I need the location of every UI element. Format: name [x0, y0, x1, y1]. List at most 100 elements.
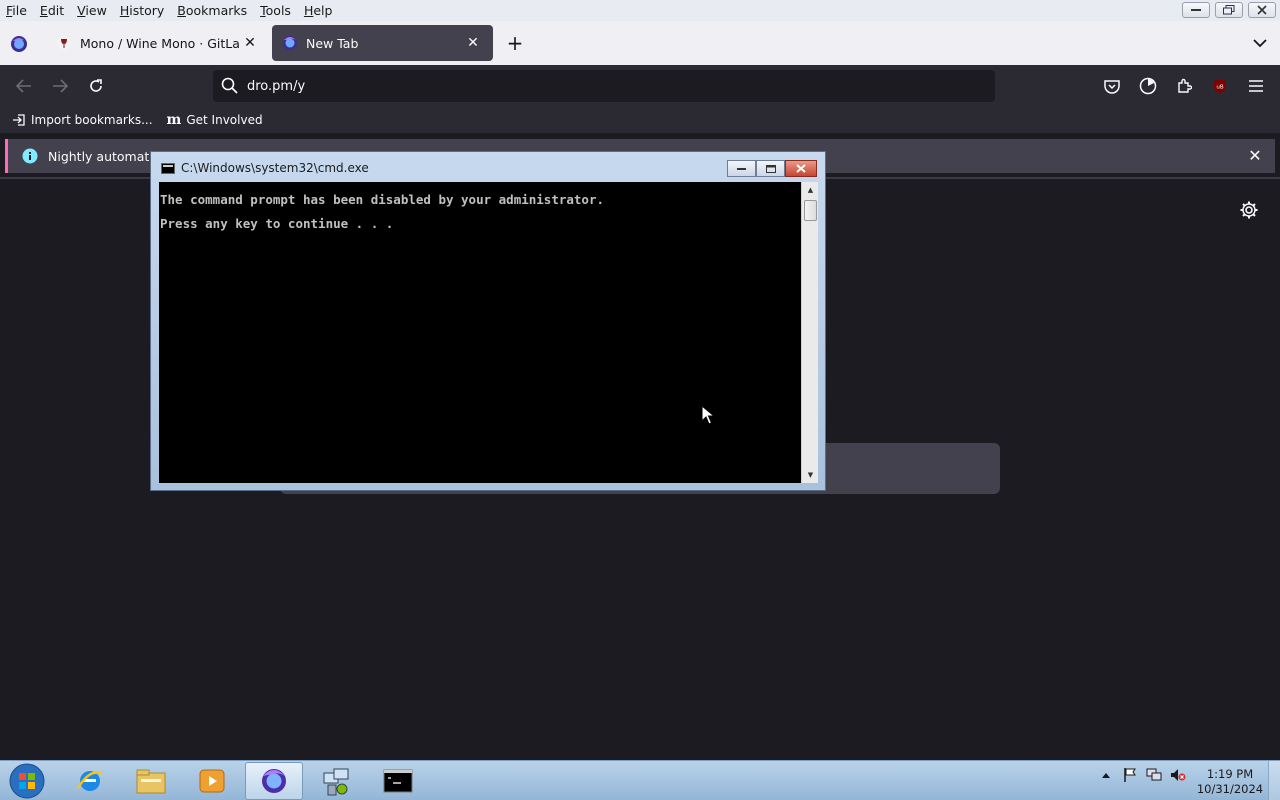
- minimize-button[interactable]: [1182, 2, 1210, 18]
- firefox-nightly-icon: [283, 36, 297, 50]
- scroll-up-arrow-icon[interactable]: ▲: [802, 182, 819, 198]
- reload-button[interactable]: [84, 74, 108, 98]
- show-hidden-icon: [1102, 772, 1110, 778]
- menu-view[interactable]: View: [71, 3, 112, 18]
- reload-icon: [90, 79, 102, 92]
- close-tab-icon[interactable]: ✕: [240, 35, 260, 51]
- cmd-window-controls: [727, 160, 817, 177]
- menu-edit[interactable]: Edit: [34, 3, 69, 18]
- system-clock[interactable]: 1:19 PM 10/31/2024: [1195, 767, 1265, 797]
- explorer-icon: [136, 769, 166, 794]
- console-output[interactable]: The command prompt has been disabled by …: [159, 182, 801, 483]
- bookmark-label: Import bookmarks...: [31, 113, 153, 127]
- list-all-tabs-button[interactable]: [1250, 33, 1270, 53]
- window-controls: [1182, 2, 1276, 18]
- minimize-icon: [1191, 9, 1201, 11]
- extensions-icon: [1178, 78, 1192, 93]
- cmd-scrollbar[interactable]: ▲ ▼: [801, 182, 818, 483]
- show-desktop-button[interactable]: [1268, 761, 1280, 800]
- bookmarks-toolbar: Import bookmarks... m Get Involved: [0, 107, 1280, 133]
- extensions-button[interactable]: [1172, 74, 1196, 98]
- search-icon: [221, 77, 238, 94]
- info-icon: [22, 148, 38, 164]
- new-tab-button[interactable]: +: [503, 31, 527, 55]
- windows-start-icon: [9, 763, 45, 799]
- menu-file[interactable]: File: [0, 3, 32, 18]
- action-center-button[interactable]: [1122, 767, 1138, 783]
- bookmark-import[interactable]: Import bookmarks...: [12, 113, 153, 127]
- maximize-icon: [765, 164, 776, 173]
- cmd-icon: [383, 769, 413, 793]
- menu-history[interactable]: History: [114, 3, 169, 18]
- close-icon: ✕: [1248, 145, 1262, 165]
- firefox-icon: [262, 769, 286, 793]
- notification-close-button[interactable]: ✕: [1247, 145, 1263, 165]
- bookmark-get-involved[interactable]: m Get Involved: [167, 112, 263, 128]
- menu-bookmarks[interactable]: Bookmarks: [171, 3, 252, 18]
- sync-button[interactable]: [1136, 74, 1160, 98]
- cmd-title-bar: C:\Windows\system32\cmd.exe: [161, 161, 369, 175]
- pocket-icon: [1104, 79, 1120, 94]
- tab-gitlab[interactable]: Mono / Wine Mono · GitLab ✕: [46, 25, 270, 61]
- pocket-button[interactable]: [1100, 74, 1124, 98]
- mozilla-m-icon: m: [166, 112, 182, 128]
- menu-tools[interactable]: Tools: [254, 3, 296, 18]
- wine-icon: [57, 36, 71, 50]
- back-button[interactable]: [12, 74, 36, 98]
- restore-button[interactable]: [1215, 2, 1243, 18]
- close-tab-icon[interactable]: ✕: [463, 35, 483, 51]
- console-line: Press any key to continue . . .: [160, 216, 394, 231]
- taskbar-firefox[interactable]: [245, 762, 303, 800]
- forward-button[interactable]: [48, 74, 72, 98]
- cmd-close-button[interactable]: [785, 160, 817, 177]
- scroll-down-arrow-icon[interactable]: ▼: [802, 467, 819, 483]
- cmd-maximize-button[interactable]: [756, 160, 785, 177]
- tab-title: Mono / Wine Mono · GitLab: [80, 35, 240, 51]
- taskbar-cmd[interactable]: [369, 762, 427, 800]
- app-menu-button[interactable]: [1244, 74, 1268, 98]
- plus-icon: +: [506, 31, 524, 55]
- ublock-button[interactable]: uB: [1208, 74, 1232, 98]
- chevron-down-icon: [1253, 38, 1267, 47]
- cmd-title: C:\Windows\system32\cmd.exe: [181, 161, 369, 175]
- ie-icon: [76, 771, 103, 791]
- taskbar-media-player[interactable]: [183, 762, 241, 800]
- navigation-toolbar: dro.pm/y uB: [0, 65, 1280, 107]
- import-icon: [13, 114, 25, 126]
- close-icon: [796, 164, 806, 173]
- cmd-icon: [161, 162, 175, 174]
- scroll-thumb[interactable]: [804, 200, 817, 221]
- menu-help[interactable]: Help: [298, 3, 338, 18]
- taskbar-network-admin[interactable]: [307, 762, 365, 800]
- media-player-icon: [199, 769, 225, 793]
- taskbar-explorer[interactable]: [122, 762, 180, 800]
- show-hidden-icons-button[interactable]: [1098, 767, 1114, 783]
- restore-icon: [1223, 5, 1235, 15]
- cmd-window: C:\Windows\system32\cmd.exe The command …: [150, 151, 826, 491]
- system-tray: [1098, 767, 1186, 783]
- volume-button[interactable]: [1170, 767, 1186, 783]
- url-bar[interactable]: dro.pm/y: [213, 70, 995, 102]
- network-icon: [1146, 768, 1162, 781]
- forward-icon: [53, 79, 68, 93]
- menu-icon: [1249, 80, 1263, 92]
- sync-icon: [1139, 77, 1157, 95]
- ublock-icon: uB: [1214, 79, 1226, 93]
- firefox-view-button[interactable]: [8, 33, 30, 55]
- network-admin-icon: [323, 768, 349, 796]
- svg-text:uB: uB: [1216, 85, 1223, 91]
- clock-time: 1:19 PM: [1206, 767, 1254, 781]
- tab-new-tab[interactable]: New Tab ✕: [272, 25, 493, 61]
- start-button[interactable]: [7, 762, 47, 800]
- url-text[interactable]: dro.pm/y: [247, 79, 305, 94]
- action-center-flag-icon: [1124, 768, 1136, 782]
- taskbar-ie[interactable]: [61, 762, 119, 800]
- taskbar: 1:19 PM 10/31/2024: [0, 760, 1280, 800]
- gear-icon[interactable]: [1239, 200, 1259, 220]
- network-button[interactable]: [1146, 767, 1162, 783]
- close-icon: [1257, 5, 1267, 15]
- close-window-button[interactable]: [1248, 2, 1276, 18]
- tab-title: New Tab: [306, 35, 359, 51]
- cmd-minimize-button[interactable]: [727, 160, 756, 177]
- mouse-pointer-icon: [701, 405, 715, 425]
